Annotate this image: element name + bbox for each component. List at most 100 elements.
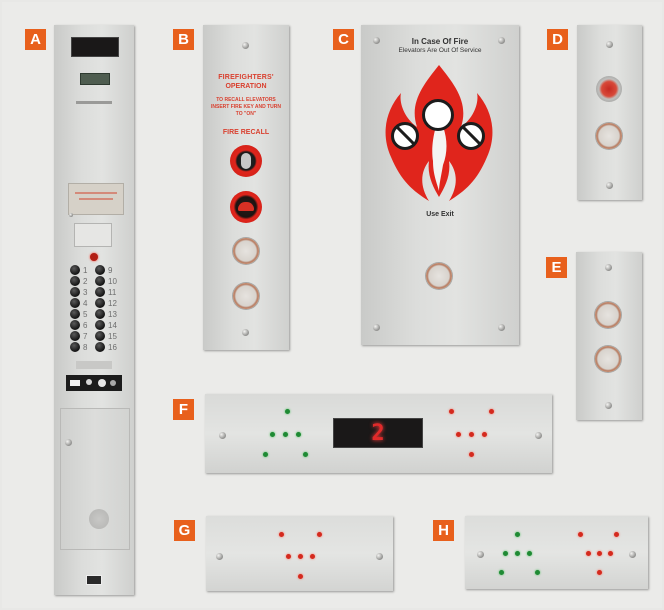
floor-button[interactable]: [70, 276, 80, 286]
floor-button[interactable]: [70, 320, 80, 330]
fire-hat-button[interactable]: [230, 191, 262, 223]
floor-button[interactable]: [95, 342, 105, 352]
screw: [629, 551, 636, 558]
up-arrow-led: [296, 432, 301, 437]
down-call-button[interactable]: [595, 346, 621, 372]
panel-a-capacity-plate: [74, 223, 112, 247]
panel-b-firefighters-panel: FIREFIGHTERS' OPERATION TO RECALL ELEVAT…: [203, 25, 289, 350]
down-arrow-led: [482, 432, 487, 437]
panel-a-service-strip: [66, 375, 122, 391]
down-arrow-led: [286, 554, 291, 559]
down-arrow-led: [310, 554, 315, 559]
label-d: D: [547, 29, 568, 50]
alarm-button[interactable]: [90, 253, 98, 261]
floor-label: 7: [83, 332, 88, 341]
floor-label: 15: [108, 332, 117, 341]
floor-button[interactable]: [95, 298, 105, 308]
floor-button[interactable]: [95, 320, 105, 330]
up-arrow-led: [270, 432, 275, 437]
down-arrow-led: [279, 532, 284, 537]
label-g: G: [174, 520, 195, 541]
down-arrow-led: [489, 409, 494, 414]
screw: [219, 432, 226, 439]
screw: [242, 42, 249, 49]
down-arrow-led: [614, 532, 619, 537]
floor-indicator-display: 2: [333, 418, 423, 448]
down-arrow-led: [469, 452, 474, 457]
label-f: F: [173, 399, 194, 420]
screw: [605, 402, 612, 409]
fire-recall-label: FIRE RECALL: [222, 129, 270, 136]
panel-g-hall-lantern: [206, 516, 393, 591]
panel-a-display: [71, 37, 119, 57]
label-c: C: [333, 29, 354, 50]
down-arrow-led: [469, 432, 474, 437]
down-arrow-led: [597, 551, 602, 556]
down-arrow-led: [608, 551, 613, 556]
floor-button[interactable]: [95, 309, 105, 319]
screw: [373, 324, 380, 331]
floor-label: 13: [108, 310, 117, 319]
keypad: 1 9 2 10 3 11 4 12 5 13 6 14 7 15 8 16: [66, 265, 126, 352]
floor-button[interactable]: [95, 287, 105, 297]
call-button[interactable]: [596, 123, 622, 149]
panel-a-indicator: [80, 73, 110, 85]
up-arrow-led: [303, 452, 308, 457]
call-button[interactable]: [233, 238, 259, 264]
figure-frame: A 1 9 2 10 3 11 4 12 5 13 6 14 7 15 8 16…: [2, 2, 662, 608]
label-e: E: [546, 257, 567, 278]
firefighters-title: FIREFIGHTERS': [218, 74, 274, 81]
floor-label: 12: [108, 299, 117, 308]
floor-button[interactable]: [70, 265, 80, 275]
fire-flame-graphic: [385, 65, 493, 201]
key-switch[interactable]: [596, 76, 622, 102]
use-exit-text: Use Exit: [426, 211, 454, 218]
down-arrow-led: [578, 532, 583, 537]
panel-a-service-cabinet[interactable]: [60, 408, 130, 550]
panel-e-hall-station: [576, 252, 642, 420]
label-h: H: [433, 520, 454, 541]
operation-title: OPERATION: [225, 83, 267, 90]
floor-label: 1: [83, 266, 88, 275]
up-call-button[interactable]: [595, 302, 621, 328]
fire-hat-icon: [238, 202, 254, 211]
screw: [216, 553, 223, 560]
floor-button[interactable]: [70, 298, 80, 308]
screw: [477, 551, 484, 558]
no-elevator-icon: [391, 122, 419, 150]
down-arrow-led: [298, 554, 303, 559]
screw: [498, 324, 505, 331]
panel-a-screw: [69, 213, 73, 217]
fire-notice-line1: In Case Of Fire: [411, 37, 469, 46]
floor-button[interactable]: [95, 265, 105, 275]
floor-button[interactable]: [70, 331, 80, 341]
floor-label: 9: [108, 266, 113, 275]
floor-button[interactable]: [70, 342, 80, 352]
panel-a-key-switch[interactable]: [86, 575, 102, 585]
floor-button[interactable]: [95, 331, 105, 341]
floor-button[interactable]: [95, 276, 105, 286]
floor-number: 2: [371, 420, 385, 446]
recall-instructions: TO RECALL ELEVATORS INSERT FIRE KEY AND …: [211, 97, 282, 117]
down-arrow-led: [317, 532, 322, 537]
phone-speaker-grille: [89, 509, 109, 529]
up-arrow-led: [499, 570, 504, 575]
call-button[interactable]: [233, 283, 259, 309]
up-arrow-led: [535, 570, 540, 575]
floor-button[interactable]: [70, 287, 80, 297]
floor-label: 5: [83, 310, 88, 319]
floor-button[interactable]: [70, 309, 80, 319]
fire-key-switch[interactable]: [230, 145, 262, 177]
panel-a-plaque: [68, 183, 124, 215]
fire-notice-line2: Elevators Are Out Of Service: [398, 47, 482, 54]
up-arrow-led: [285, 409, 290, 414]
panel-f-hall-lantern: 2: [205, 394, 552, 473]
floor-label: 2: [83, 277, 88, 286]
screw: [242, 329, 249, 336]
up-arrow-led: [515, 532, 520, 537]
up-arrow-led: [515, 551, 520, 556]
call-button[interactable]: [426, 263, 452, 289]
up-arrow-led: [263, 452, 268, 457]
floor-label: 4: [83, 299, 88, 308]
down-arrow-led: [597, 570, 602, 575]
